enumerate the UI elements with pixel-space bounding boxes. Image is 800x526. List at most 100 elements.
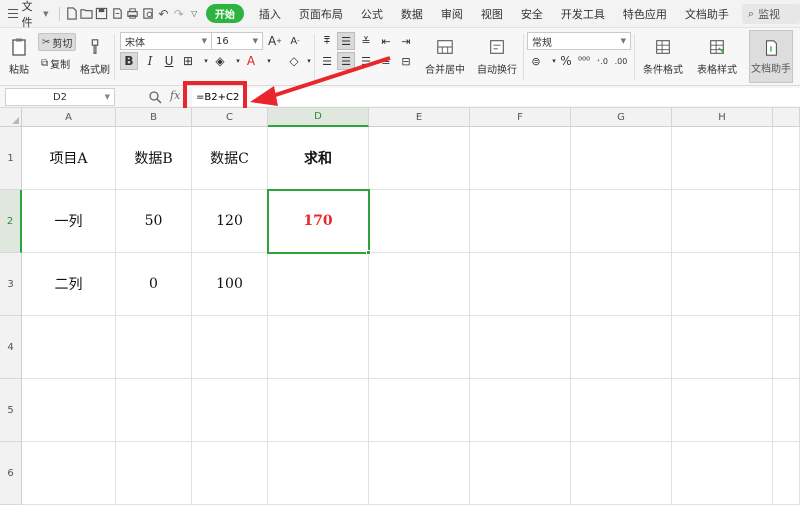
cell-g3[interactable]	[571, 253, 672, 316]
cell-a3[interactable]: 二列	[22, 253, 116, 316]
cell-h6[interactable]	[672, 442, 773, 505]
italic-button[interactable]: I	[141, 52, 159, 70]
doc-helper-button[interactable]: 文档助手	[749, 30, 793, 83]
cut-button[interactable]: ✂ 剪切	[38, 33, 77, 51]
cell-b2[interactable]: 50	[116, 190, 192, 253]
merge-center-button[interactable]: 合并居中	[422, 32, 468, 80]
cell-h5[interactable]	[672, 379, 773, 442]
conditional-format-button[interactable]: 条件格式	[638, 32, 688, 80]
cell-h1[interactable]	[672, 127, 773, 190]
search-box[interactable]: ⌕ 监视	[741, 3, 800, 24]
cell-f3[interactable]	[470, 253, 571, 316]
cell-d3[interactable]	[268, 253, 369, 316]
cell-h2[interactable]	[672, 190, 773, 253]
save-icon[interactable]	[94, 5, 109, 23]
cell-f6[interactable]	[470, 442, 571, 505]
column-header-d[interactable]: D	[268, 108, 369, 127]
cell-c4[interactable]	[192, 316, 268, 379]
tab-doc-helper[interactable]: 文档助手	[676, 0, 738, 27]
cell-d1[interactable]: 求和	[268, 127, 369, 190]
cell-b6[interactable]	[116, 442, 192, 505]
column-header-h[interactable]: H	[672, 108, 773, 127]
row-header-6[interactable]: 6	[0, 442, 22, 505]
cell-c1[interactable]: 数据C	[192, 127, 268, 190]
cell-a1[interactable]: 项目A	[22, 127, 116, 190]
column-header-c[interactable]: C	[192, 108, 268, 127]
cell-f4[interactable]	[470, 316, 571, 379]
percent-icon[interactable]: %	[557, 52, 575, 70]
table-style-button[interactable]: 表格样式	[690, 32, 744, 80]
name-box[interactable]: D2 ▼	[5, 88, 115, 106]
currency-icon[interactable]: ⊜	[527, 52, 545, 70]
print-icon[interactable]	[125, 5, 140, 23]
cell-b1[interactable]: 数据B	[116, 127, 192, 190]
cell-c2[interactable]: 120	[192, 190, 268, 253]
cell-filler[interactable]	[773, 379, 800, 442]
cell-g2[interactable]	[571, 190, 672, 253]
select-all-corner[interactable]	[0, 108, 22, 127]
cell-filler[interactable]	[773, 127, 800, 190]
cell-e2[interactable]	[369, 190, 470, 253]
cell-e3[interactable]	[369, 253, 470, 316]
undo-icon[interactable]: ↶	[156, 5, 171, 23]
tab-security[interactable]: 安全	[512, 0, 552, 27]
cell-d4[interactable]	[268, 316, 369, 379]
tab-review[interactable]: 审阅	[432, 0, 472, 27]
cell-g4[interactable]	[571, 316, 672, 379]
tab-home[interactable]: 开始	[205, 0, 244, 27]
cell-e5[interactable]	[369, 379, 470, 442]
cell-h3[interactable]	[672, 253, 773, 316]
tab-developer[interactable]: 开发工具	[552, 0, 614, 27]
cell-g6[interactable]	[571, 442, 672, 505]
copy-button[interactable]: ⧉ 复制	[38, 54, 73, 72]
cell-f2[interactable]	[470, 190, 571, 253]
cell-a2[interactable]: 一列	[22, 190, 116, 253]
cell-b3[interactable]: 0	[116, 253, 192, 316]
cell-b4[interactable]	[116, 316, 192, 379]
wrap-text-button[interactable]: 自动换行	[474, 32, 520, 80]
tab-insert[interactable]: 插入	[250, 0, 290, 27]
row-header-4[interactable]: 4	[0, 316, 22, 379]
cell-e6[interactable]	[369, 442, 470, 505]
thousands-separator-icon[interactable]: ⁰⁰⁰	[575, 52, 593, 70]
cell-e4[interactable]	[369, 316, 470, 379]
border-icon[interactable]: ⊞	[179, 52, 197, 70]
column-header-f[interactable]: F	[470, 108, 571, 127]
column-header-e[interactable]: E	[369, 108, 470, 127]
zoom-icon[interactable]	[148, 90, 162, 104]
cell-d6[interactable]	[268, 442, 369, 505]
cell-filler[interactable]	[773, 253, 800, 316]
cell-a5[interactable]	[22, 379, 116, 442]
cell-g1[interactable]	[571, 127, 672, 190]
cell-h4[interactable]	[672, 316, 773, 379]
export-pdf-icon[interactable]	[110, 5, 125, 23]
format-painter-button[interactable]: 格式刷	[78, 32, 112, 80]
row-header-5[interactable]: 5	[0, 379, 22, 442]
tab-page-layout[interactable]: 页面布局	[290, 0, 352, 27]
fx-icon[interactable]: fx	[170, 89, 180, 102]
cell-d2[interactable]: 170	[268, 190, 369, 253]
bold-button[interactable]: B	[120, 52, 138, 70]
cell-d5[interactable]	[268, 379, 369, 442]
tab-view[interactable]: 视图	[472, 0, 512, 27]
new-file-icon[interactable]	[63, 5, 78, 23]
cell-f1[interactable]	[470, 127, 571, 190]
underline-button[interactable]: U	[160, 52, 178, 70]
tab-special-apps[interactable]: 特色应用	[614, 0, 676, 27]
column-header-b[interactable]: B	[116, 108, 192, 127]
row-header-1[interactable]: 1	[0, 127, 22, 190]
increase-decimal-icon[interactable]: ⁺.0	[593, 52, 611, 70]
paste-button[interactable]: 粘贴	[4, 32, 34, 80]
cell-filler[interactable]	[773, 190, 800, 253]
cell-c5[interactable]	[192, 379, 268, 442]
column-header-g[interactable]: G	[571, 108, 672, 127]
row-header-3[interactable]: 3	[0, 253, 22, 316]
cell-a4[interactable]	[22, 316, 116, 379]
fill-color-icon[interactable]: ◈	[211, 52, 229, 70]
fill-handle[interactable]	[366, 250, 371, 255]
cell-c6[interactable]	[192, 442, 268, 505]
redo-icon[interactable]: ↷	[171, 5, 186, 23]
file-menu[interactable]: 文件 ▼	[0, 0, 55, 29]
cell-f5[interactable]	[470, 379, 571, 442]
number-format-select[interactable]: 常规 ▼	[527, 32, 631, 50]
